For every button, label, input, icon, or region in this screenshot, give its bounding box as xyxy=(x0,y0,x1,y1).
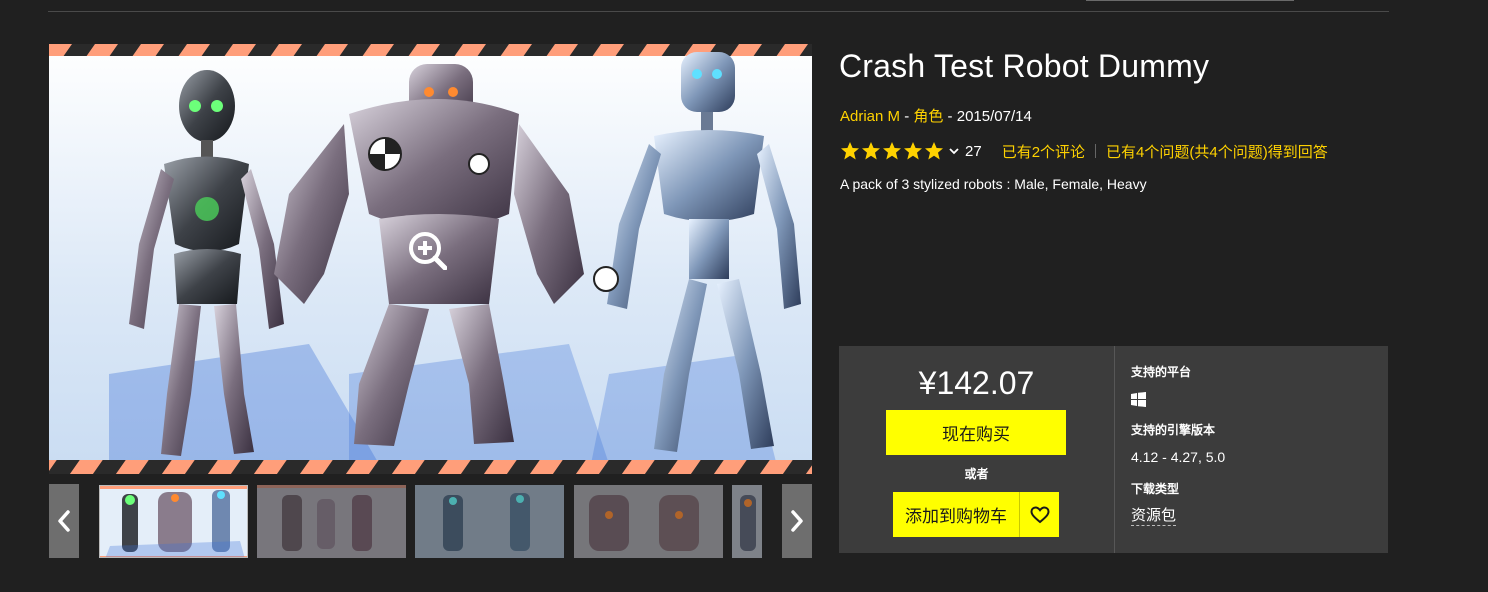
star-icon xyxy=(883,142,901,160)
platforms-label: 支持的平台 xyxy=(1131,365,1192,379)
product-description: A pack of 3 stylized robots : Male, Fema… xyxy=(840,176,1147,192)
thumbnail-3[interactable] xyxy=(415,485,564,558)
star-icon xyxy=(862,142,880,160)
byline-separator: - xyxy=(900,108,914,125)
thumbnail-image xyxy=(100,486,247,557)
heart-icon xyxy=(1029,505,1050,523)
price: ¥142.07 xyxy=(918,365,1035,401)
rating-row: 27 已有2个评论 已有4个问题(共4个问题)得到回答 xyxy=(840,139,1328,163)
rating-stars[interactable] xyxy=(840,141,944,161)
product-byline: Adrian M - 角色 - 2015/07/14 xyxy=(840,105,1032,126)
search-box-edge xyxy=(1086,0,1294,1)
thumbnail-image xyxy=(574,485,723,558)
link-divider xyxy=(1095,144,1097,158)
thumbnail-1[interactable] xyxy=(99,485,248,558)
thumbnail-strip xyxy=(99,485,762,558)
byline-separator: - xyxy=(943,108,957,125)
wishlist-button[interactable] xyxy=(1019,492,1059,537)
star-icon xyxy=(925,142,943,160)
purchase-panel: ¥142.07 现在购买 或者 添加到购物车 支持的平台 支持的引擎版本 4.1… xyxy=(839,346,1388,553)
chevron-left-icon xyxy=(58,510,70,532)
thumbnail-2[interactable] xyxy=(257,485,406,558)
windows-icon xyxy=(1131,392,1146,407)
thumbnail-image xyxy=(415,485,564,558)
category-link[interactable]: 角色 xyxy=(913,108,943,125)
chevron-right-icon xyxy=(791,510,803,532)
thumbnail-4[interactable] xyxy=(574,485,723,558)
reviews-link[interactable]: 已有2个评论 xyxy=(1002,141,1085,162)
main-product-image[interactable] xyxy=(49,44,812,474)
or-label: 或者 xyxy=(964,467,989,481)
download-type[interactable]: 资源包 xyxy=(1131,507,1177,526)
thumbnail-prev-button[interactable] xyxy=(49,484,79,558)
top-divider xyxy=(48,11,1389,12)
buy-now-button[interactable]: 现在购买 xyxy=(886,410,1066,455)
panel-divider xyxy=(1114,346,1115,553)
star-icon xyxy=(841,142,859,160)
download-type-label: 下载类型 xyxy=(1131,482,1180,496)
product-title: Crash Test Robot Dummy xyxy=(839,48,1210,84)
thumbnail-image xyxy=(257,485,406,558)
release-date: 2015/07/14 xyxy=(956,108,1032,125)
price-column: ¥142.07 现在购买 或者 添加到购物车 xyxy=(839,346,1114,553)
questions-link[interactable]: 已有4个问题(共4个问题)得到回答 xyxy=(1106,141,1328,162)
engine-versions: 4.12 - 4.27, 5.0 xyxy=(1131,449,1226,465)
zoom-in-icon[interactable] xyxy=(407,230,447,270)
star-icon xyxy=(904,142,922,160)
cart-button-group: 添加到购物车 xyxy=(893,492,1059,537)
engine-versions-label: 支持的引擎版本 xyxy=(1131,423,1216,437)
thumbnail-5[interactable] xyxy=(732,485,762,558)
chevron-down-icon[interactable] xyxy=(947,144,961,158)
thumbnail-image xyxy=(732,485,762,558)
add-to-cart-button[interactable]: 添加到购物车 xyxy=(893,492,1019,537)
author-link[interactable]: Adrian M xyxy=(840,108,900,125)
rating-count: 27 xyxy=(965,142,982,160)
thumbnail-next-button[interactable] xyxy=(782,484,812,558)
